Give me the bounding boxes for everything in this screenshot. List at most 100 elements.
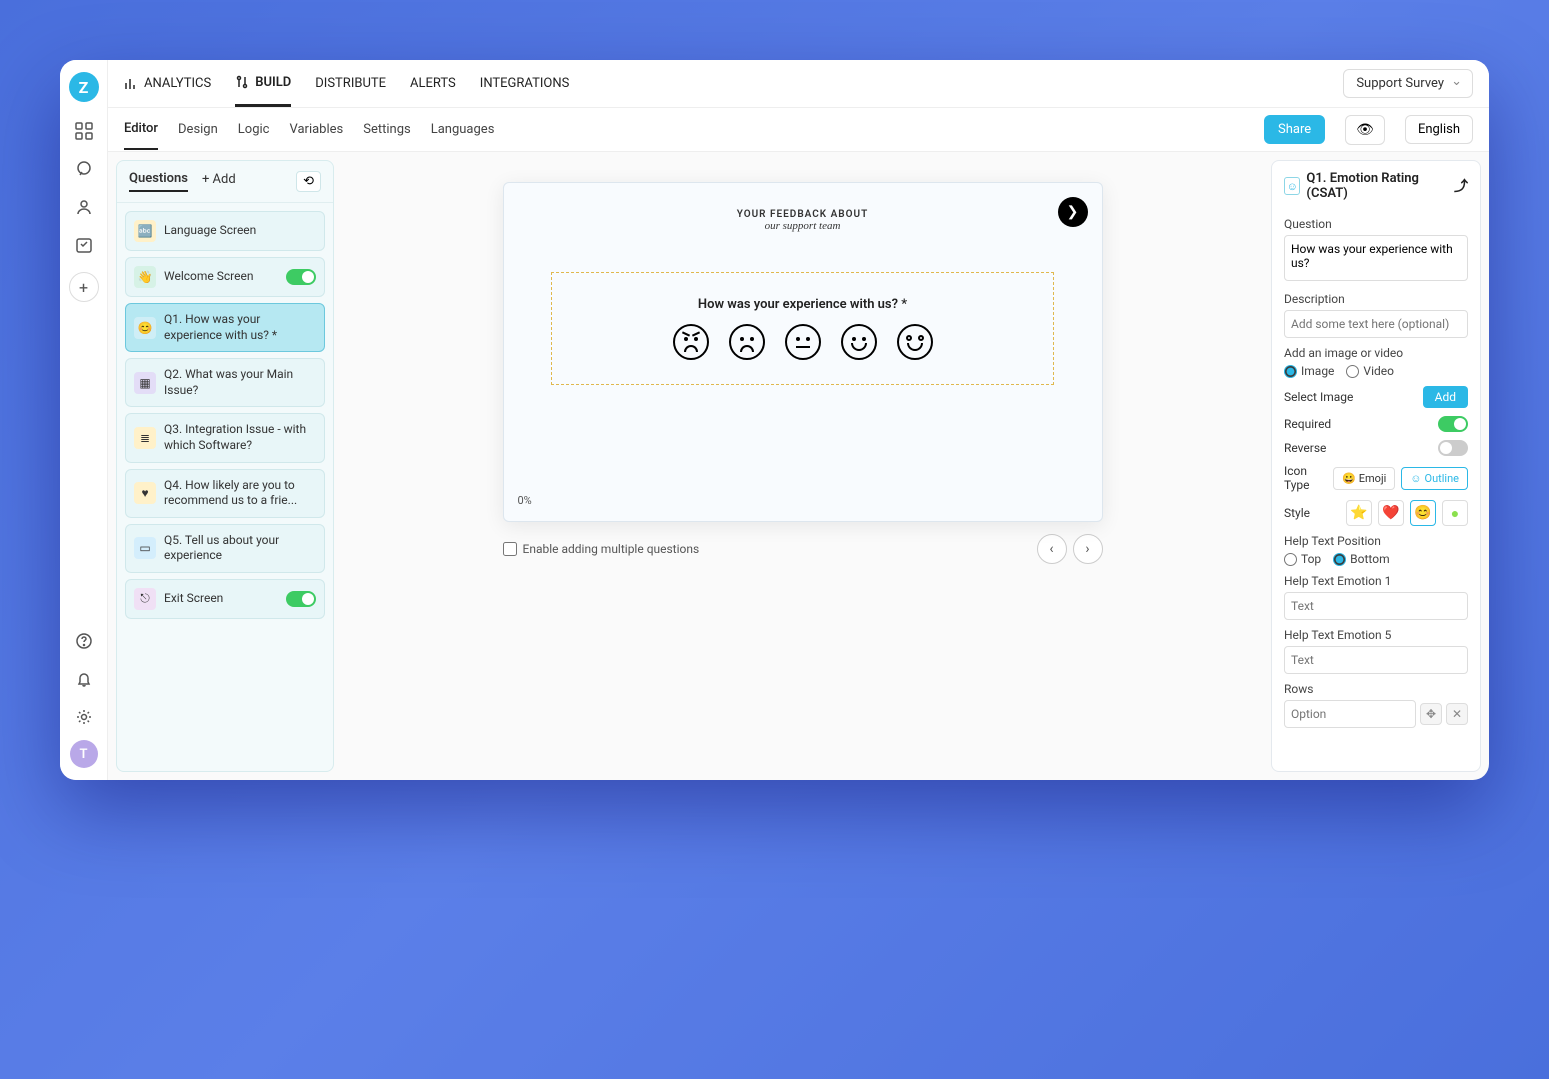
question-card-1[interactable]: 👋Welcome Screen bbox=[125, 257, 325, 297]
nav-alerts[interactable]: ALERTS bbox=[410, 62, 456, 105]
row-delete-button[interactable]: ✕ bbox=[1446, 703, 1468, 725]
question-card-icon: ▭ bbox=[134, 537, 156, 559]
question-card-label: Q1. How was your experience with us? * bbox=[164, 312, 316, 343]
row-drag-handle[interactable]: ✥ bbox=[1420, 703, 1442, 725]
face-neutral-icon[interactable] bbox=[785, 324, 821, 360]
media-image-radio[interactable]: Image bbox=[1284, 364, 1334, 378]
question-card-icon: 👋 bbox=[134, 266, 156, 288]
share-button[interactable]: Share bbox=[1264, 115, 1325, 144]
description-field-label: Description bbox=[1284, 292, 1468, 306]
top-nav: ANALYTICS BUILD DISTRIBUTE ALERTS INTEGR… bbox=[108, 60, 1489, 108]
question-box[interactable]: How was your experience with us? * bbox=[551, 272, 1053, 385]
icon-type-outline[interactable]: ☺ Outline bbox=[1401, 467, 1468, 490]
question-card-icon: 🔤 bbox=[134, 220, 156, 242]
face-love-icon[interactable] bbox=[897, 324, 933, 360]
left-rail: Z + T bbox=[60, 60, 108, 780]
question-card-label: Exit Screen bbox=[164, 591, 278, 607]
rail-dashboard-icon[interactable] bbox=[69, 116, 99, 146]
rail-settings-icon[interactable] bbox=[69, 702, 99, 732]
progress-indicator: 0% bbox=[518, 494, 532, 507]
question-card-toggle[interactable] bbox=[286, 591, 316, 607]
required-toggle[interactable] bbox=[1438, 416, 1468, 432]
nav-integrations[interactable]: INTEGRATIONS bbox=[480, 62, 570, 105]
subnav-logic[interactable]: Logic bbox=[238, 110, 270, 149]
face-happy-icon[interactable] bbox=[841, 324, 877, 360]
rail-user-icon[interactable] bbox=[69, 192, 99, 222]
question-card-icon: ≣ bbox=[134, 427, 156, 449]
media-video-radio[interactable]: Video bbox=[1346, 364, 1394, 378]
reset-button[interactable]: ⟲ bbox=[296, 171, 321, 192]
help5-label: Help Text Emotion 5 bbox=[1284, 628, 1468, 642]
question-card-6[interactable]: ▭ Q5. Tell us about your experience bbox=[125, 524, 325, 573]
question-card-icon: ⎋ bbox=[134, 588, 156, 610]
icon-type-emoji[interactable]: 😀 Emoji bbox=[1333, 467, 1395, 490]
reverse-label: Reverse bbox=[1284, 441, 1326, 455]
style-star[interactable]: ⭐ bbox=[1346, 500, 1372, 526]
canvas-next-button[interactable]: ❯ bbox=[1058, 197, 1088, 227]
next-question-button[interactable]: › bbox=[1073, 534, 1103, 564]
reverse-toggle[interactable] bbox=[1438, 440, 1468, 456]
add-image-button[interactable]: Add bbox=[1423, 386, 1468, 408]
nav-build[interactable]: BUILD bbox=[235, 61, 291, 107]
face-sad-icon[interactable] bbox=[729, 324, 765, 360]
question-card-3[interactable]: ▦ Q2. What was your Main Issue? bbox=[125, 358, 325, 407]
rail-add-button[interactable]: + bbox=[69, 272, 99, 302]
question-field-label: Question bbox=[1284, 217, 1468, 231]
multi-questions-checkbox[interactable]: Enable adding multiple questions bbox=[503, 542, 700, 556]
add-question-tab[interactable]: + Add bbox=[202, 172, 236, 191]
rail-chat-icon[interactable] bbox=[69, 154, 99, 184]
question-input[interactable]: How was your experience with us? bbox=[1284, 235, 1468, 281]
help-pos-top-radio[interactable]: Top bbox=[1284, 552, 1321, 566]
subnav-variables[interactable]: Variables bbox=[289, 110, 343, 149]
question-card-label: Q2. What was your Main Issue? bbox=[164, 367, 316, 398]
preview-button[interactable]: 👁 bbox=[1345, 115, 1385, 145]
rows-label: Rows bbox=[1284, 682, 1468, 696]
rail-help-icon[interactable] bbox=[69, 626, 99, 656]
help5-input[interactable] bbox=[1284, 646, 1468, 674]
sub-nav: Editor Design Logic Variables Settings L… bbox=[108, 108, 1489, 152]
rail-calendar-icon[interactable] bbox=[69, 230, 99, 260]
questions-tab[interactable]: Questions bbox=[129, 171, 188, 192]
style-emoji[interactable]: 😊 bbox=[1410, 500, 1436, 526]
question-text: How was your experience with us? * bbox=[592, 297, 1012, 312]
canvas-title: YOUR FEEDBACK ABOUT bbox=[737, 209, 869, 220]
subnav-design[interactable]: Design bbox=[178, 110, 218, 149]
question-card-toggle[interactable] bbox=[286, 269, 316, 285]
question-card-0[interactable]: 🔤 Language Screen bbox=[125, 211, 325, 251]
question-card-icon: ▦ bbox=[134, 372, 156, 394]
survey-canvas: ❯ YOUR FEEDBACK ABOUT our support team H… bbox=[503, 182, 1103, 522]
canvas-footer: Enable adding multiple questions ‹ › bbox=[503, 534, 1103, 564]
questions-panel: Questions + Add ⟲ 🔤 Language Screen 👋Welco… bbox=[116, 160, 334, 772]
workspace: Questions + Add ⟲ 🔤 Language Screen 👋Welco… bbox=[108, 152, 1489, 780]
rows-input[interactable] bbox=[1284, 700, 1416, 728]
style-heart[interactable]: ❤️ bbox=[1378, 500, 1404, 526]
question-card-label: Q5. Tell us about your experience bbox=[164, 533, 316, 564]
language-button[interactable]: English bbox=[1405, 115, 1473, 144]
style-circle[interactable]: ● bbox=[1442, 500, 1468, 526]
question-type-icon: ☺ bbox=[1284, 177, 1300, 195]
app-logo[interactable]: Z bbox=[69, 72, 99, 102]
help1-input[interactable] bbox=[1284, 592, 1468, 620]
question-card-5[interactable]: ♥Q4. How likely are you to recommend us … bbox=[125, 469, 325, 518]
subnav-languages[interactable]: Languages bbox=[431, 110, 495, 149]
canvas-wrap: ❯ YOUR FEEDBACK ABOUT our support team H… bbox=[342, 152, 1263, 780]
user-avatar[interactable]: T bbox=[70, 740, 98, 768]
help-pos-bottom-radio[interactable]: Bottom bbox=[1333, 552, 1389, 566]
media-label: Add an image or video bbox=[1284, 346, 1468, 360]
question-card-7[interactable]: ⎋ Exit Screen bbox=[125, 579, 325, 619]
description-input[interactable] bbox=[1284, 310, 1468, 338]
help1-label: Help Text Emotion 1 bbox=[1284, 574, 1468, 588]
survey-selector[interactable]: Support Survey bbox=[1343, 69, 1473, 98]
nav-analytics[interactable]: ANALYTICS bbox=[124, 62, 211, 105]
question-card-label: Language Screen bbox=[164, 223, 316, 239]
question-card-2[interactable]: 😊Q1. How was your experience with us? * bbox=[125, 303, 325, 352]
logic-branch-icon[interactable]: ⤴ bbox=[1454, 176, 1468, 196]
subnav-settings[interactable]: Settings bbox=[363, 110, 410, 149]
subnav-editor[interactable]: Editor bbox=[124, 109, 158, 150]
nav-distribute[interactable]: DISTRIBUTE bbox=[315, 62, 386, 105]
app-frame: Z + T ANALYTICS BUILD DISTRIBUTE ALERTS … bbox=[60, 60, 1489, 780]
rail-notifications-icon[interactable] bbox=[69, 664, 99, 694]
face-angry-icon[interactable] bbox=[673, 324, 709, 360]
question-card-4[interactable]: ≣Q3. Integration Issue - with which Soft… bbox=[125, 413, 325, 462]
prev-question-button[interactable]: ‹ bbox=[1037, 534, 1067, 564]
